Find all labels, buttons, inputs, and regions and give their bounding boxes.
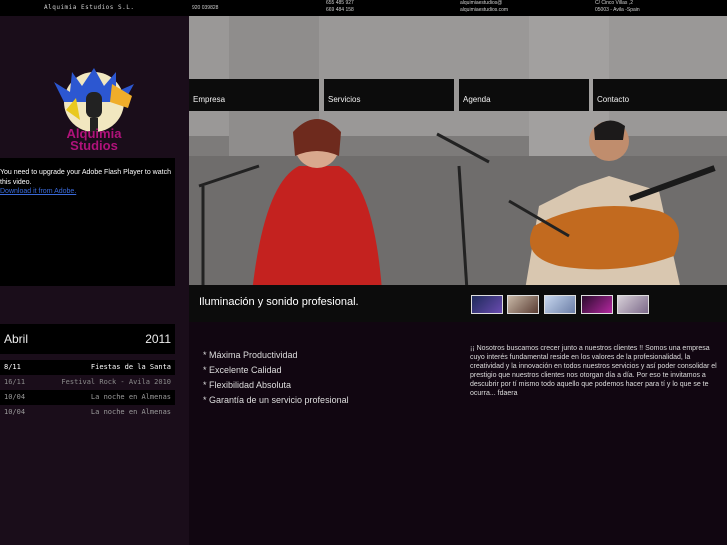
gallery-thumbnail[interactable] <box>617 295 649 314</box>
nav-label: Empresa <box>193 95 226 104</box>
logo-text-2: Studios <box>70 138 118 153</box>
mobile-numbers: 655 485 927 669 484 158 <box>326 0 354 14</box>
event-title: La noche en Almenas <box>90 393 171 401</box>
calendar-month: Abril <box>4 332 29 346</box>
feature-item: * Máxima Productividad <box>203 350 298 360</box>
event-row[interactable]: 8/11 Fiestas de la Santa <box>0 360 175 375</box>
event-list: 8/11 Fiestas de la Santa 16/11 Festival … <box>0 360 175 420</box>
event-row[interactable]: 10/04 La noche en Almenas <box>0 390 175 405</box>
event-title: Fiestas de la Santa <box>90 363 171 371</box>
address-line-1: C/ Cinco Villas ,2 <box>595 0 633 6</box>
calendar-header: Abril 2011 <box>0 324 175 354</box>
mobile-number-1: 655 485 927 <box>326 0 354 6</box>
event-title: La noche en Almenas <box>90 408 171 416</box>
event-row[interactable]: 16/11 Festival Rock - Avila 2010 <box>0 375 175 390</box>
email-line-2[interactable]: alquimiaestudios.com <box>460 7 508 14</box>
top-info-bar: Alquimia Estudios S.L. 920 039828 655 48… <box>0 0 727 16</box>
nav-servicios[interactable]: Servicios <box>324 79 454 111</box>
event-date: 10/04 <box>4 408 26 416</box>
feature-item: * Garantía de un servicio profesional <box>203 395 349 405</box>
address-line-2: 05003 - Avila -Spain <box>595 7 640 13</box>
event-date: 8/11 <box>4 363 21 371</box>
features-list: * Máxima Productividad * Excelente Calid… <box>203 348 349 408</box>
gallery-thumbnail[interactable] <box>581 295 613 314</box>
nav-label: Contacto <box>597 95 630 104</box>
company-name: Alquimia Estudios S.L. <box>44 4 135 11</box>
email-line-1[interactable]: alquimiaestudios@ <box>460 0 508 7</box>
nav-agenda[interactable]: Agenda <box>459 79 589 111</box>
address-block: C/ Cinco Villas ,2 05003 - Avila -Spain <box>595 0 640 14</box>
nav-label: Servicios <box>328 95 361 104</box>
hero-tagline-bar: Iluminación y sonido profesional. <box>189 285 727 322</box>
hero-banner: Empresa Servicios Agenda Contacto Ilumin… <box>189 16 727 322</box>
gallery-thumbnail[interactable] <box>544 295 576 314</box>
phone-number: 920 039828 <box>192 5 219 11</box>
flash-player-box: You need to upgrade your Adobe Flash Pla… <box>0 158 175 286</box>
alquimia-logo[interactable]: Alquimia Studios <box>46 62 142 158</box>
event-date: 10/04 <box>4 393 26 401</box>
calendar-year: 2011 <box>145 332 171 346</box>
nav-label: Agenda <box>463 95 491 104</box>
event-row[interactable]: 10/04 La noche en Almenas <box>0 405 175 420</box>
feature-item: * Excelente Calidad <box>203 365 282 375</box>
gallery-thumbnail[interactable] <box>507 295 539 314</box>
adobe-download-link[interactable]: Download it from Adobe. <box>0 188 76 195</box>
hero-tagline: Iluminación y sonido profesional. <box>199 296 359 308</box>
concert-photo <box>189 16 727 322</box>
about-text: ¡¡ Nosotros buscamos crecer junto a nues… <box>470 345 717 397</box>
event-title: Festival Rock - Avila 2010 <box>61 378 171 386</box>
event-date: 16/11 <box>4 378 26 386</box>
main-content: * Máxima Productividad * Excelente Calid… <box>189 322 727 545</box>
nav-contacto[interactable]: Contacto <box>593 79 727 111</box>
mobile-number-2: 669 484 158 <box>326 7 354 13</box>
email-block[interactable]: alquimiaestudios@ alquimiaestudios.com <box>460 0 508 14</box>
nav-empresa[interactable]: Empresa <box>189 79 319 111</box>
flash-message: You need to upgrade your Adobe Flash Pla… <box>0 169 171 186</box>
gallery-thumbnail[interactable] <box>471 295 503 314</box>
feature-item: * Flexibilidad Absoluta <box>203 380 292 390</box>
